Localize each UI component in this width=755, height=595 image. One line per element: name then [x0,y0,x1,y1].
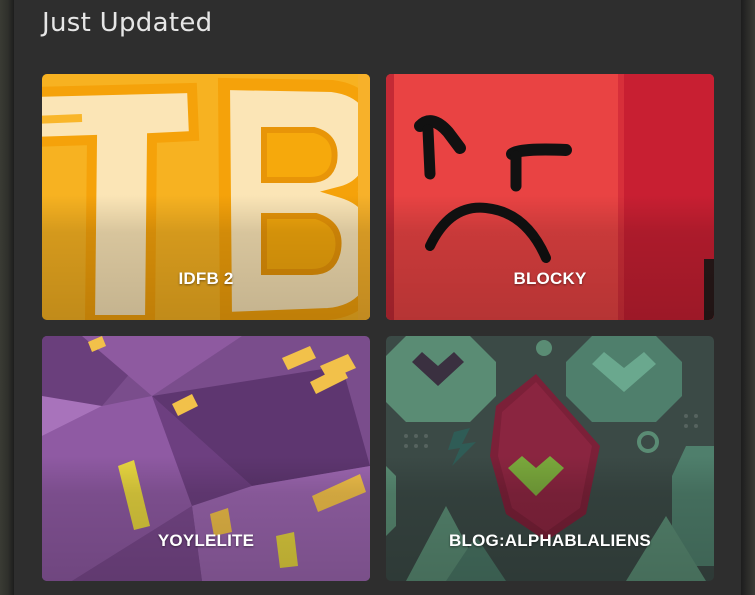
wiki-card-blog-alphablaliens[interactable]: BLOG:ALPHABLALIENS [386,336,714,581]
card-title: YOYLELITE [157,531,255,550]
card-gradient-overlay [42,195,370,320]
wiki-card-yoylelite[interactable]: YOYLELITE [42,336,370,581]
card-gradient-overlay [386,456,714,581]
card-title: BLOCKY [513,269,587,288]
card-gradient-overlay [386,195,714,320]
card-title: BLOG:ALPHABLALIENS [449,531,651,550]
card-title: IDFB 2 [178,269,234,288]
wiki-card-blocky[interactable]: BLOCKY [386,74,714,320]
wiki-card-idfb-2[interactable]: IDFB 2 [42,74,370,320]
card-gradient-overlay [42,456,370,581]
section-title: Just Updated [42,8,213,38]
